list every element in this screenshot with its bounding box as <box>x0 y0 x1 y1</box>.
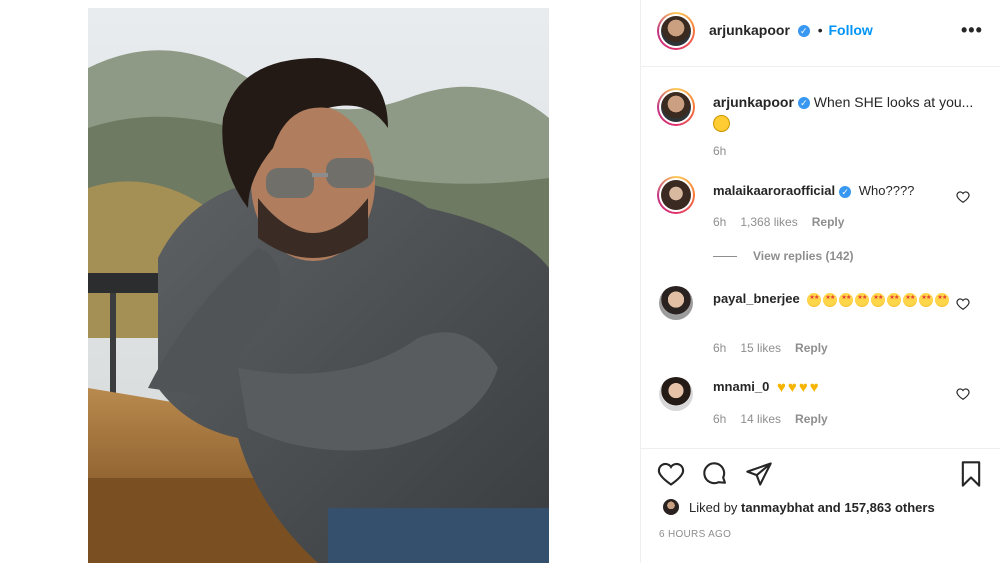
comment-text: payal_bnerjee <box>713 290 953 308</box>
comment-username[interactable]: payal_bnerjee <box>713 291 800 306</box>
post-photo[interactable] <box>88 8 549 563</box>
author-avatar[interactable] <box>657 12 695 50</box>
comment-like-icon[interactable] <box>956 190 970 204</box>
yellow-heart-emoji: ♥ ♥ ♥ ♥ <box>777 378 819 396</box>
post-side-panel: arjunkapoor ✓ • Follow ••• arjunkapoor ✓ … <box>640 0 1000 563</box>
bookmark-icon[interactable] <box>957 460 985 488</box>
likes-prefix: Liked by <box>689 500 738 515</box>
post-header: arjunkapoor ✓ • Follow <box>709 22 873 38</box>
caption-time: 6h <box>713 144 727 158</box>
verified-badge-icon: ✓ <box>797 97 810 110</box>
more-horizontal-icon[interactable]: ••• <box>961 20 983 41</box>
comment-meta: 6h 1,368 likes Reply <box>713 215 845 229</box>
comment-meta: 6h 14 likes Reply <box>713 412 828 426</box>
reply-button[interactable]: Reply <box>795 341 828 355</box>
comment-likes[interactable]: 1,368 likes <box>740 215 797 229</box>
reply-button[interactable]: Reply <box>795 412 828 426</box>
header-separator: • <box>817 22 823 38</box>
actions-divider <box>641 448 1000 449</box>
likes-summary: Liked by tanmaybhat and 157,863 others <box>689 500 935 515</box>
star-struck-emoji <box>807 291 951 307</box>
comment-like-icon[interactable] <box>956 387 970 401</box>
header-divider <box>641 66 1000 67</box>
comment-avatar[interactable] <box>659 377 693 411</box>
smiling-face-emoji <box>713 114 730 132</box>
post-photo-illustration <box>88 8 549 563</box>
likes-suffix[interactable]: and 157,863 others <box>818 500 935 515</box>
liker-username[interactable]: tanmaybhat <box>741 500 814 515</box>
follow-button[interactable]: Follow <box>828 22 872 38</box>
reply-button[interactable]: Reply <box>812 215 845 229</box>
verified-badge-icon: ✓ <box>797 25 810 38</box>
comment-text: mnami_0 ♥ ♥ ♥ ♥ <box>713 379 821 395</box>
heart-outline-icon[interactable] <box>657 460 685 488</box>
comment-text: malaikaaroraofficial ✓ Who???? <box>713 183 914 198</box>
author-username[interactable]: arjunkapoor <box>709 22 790 38</box>
view-replies[interactable]: View replies (142) <box>713 249 854 263</box>
caption-body: When SHE looks at you... <box>813 94 974 110</box>
comment-likes[interactable]: 15 likes <box>740 341 781 355</box>
comment-likes[interactable]: 14 likes <box>740 412 781 426</box>
comment-body: Who???? <box>858 183 915 198</box>
comment-username[interactable]: mnami_0 <box>713 379 769 394</box>
verified-badge-icon: ✓ <box>839 185 852 198</box>
comment-meta: 6h 15 likes Reply <box>713 341 828 355</box>
caption-username[interactable]: arjunkapoor <box>713 94 794 110</box>
post-timestamp[interactable]: 6 HOURS AGO <box>659 529 731 540</box>
comment-username[interactable]: malaikaaroraofficial <box>713 183 835 198</box>
comment-icon[interactable] <box>701 460 729 488</box>
comment-avatar[interactable] <box>659 286 693 320</box>
comment-like-icon[interactable] <box>956 297 970 311</box>
send-icon[interactable] <box>745 460 773 488</box>
caption-text: arjunkapoor ✓ When SHE looks at you... <box>713 92 983 132</box>
caption-avatar[interactable] <box>657 88 695 126</box>
liker-avatar[interactable] <box>663 499 679 515</box>
comment-avatar[interactable] <box>657 176 695 214</box>
